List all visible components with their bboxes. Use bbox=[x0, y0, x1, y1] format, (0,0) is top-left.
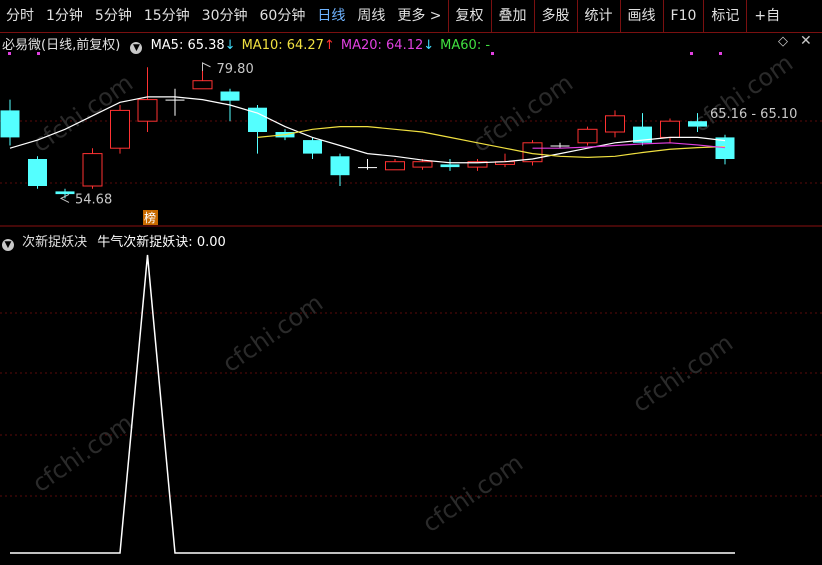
candle-body bbox=[192, 80, 213, 90]
candle-body bbox=[303, 140, 322, 154]
collapse-icon[interactable]: ▼ bbox=[130, 42, 143, 54]
main-legend: 必易微(日线,前复权) ▼ MA5: 65.38↓ MA10: 64.27↑ MA2… bbox=[2, 34, 496, 54]
candle-body bbox=[385, 161, 405, 171]
candle-body bbox=[55, 191, 75, 195]
rank-badge-text: 榜 bbox=[144, 210, 156, 225]
candle-body bbox=[165, 99, 185, 101]
candle-body bbox=[28, 159, 47, 186]
period-tab[interactable]: 周线 bbox=[351, 0, 391, 32]
high-arrow bbox=[202, 62, 211, 71]
indicator-series-label: 牛气次新捉妖诀: bbox=[97, 235, 193, 250]
candle-body bbox=[358, 167, 377, 169]
candle-body bbox=[82, 153, 103, 187]
toolbar-action-button[interactable]: 复权 bbox=[449, 0, 491, 32]
toolbar-action-button[interactable]: 标记 bbox=[704, 0, 746, 32]
candle-body bbox=[110, 109, 130, 149]
candle-body bbox=[440, 164, 460, 168]
period-tabs: 分时 1分钟 5分钟 15分钟 30分钟 60分钟 日线 周线 更多 > bbox=[0, 0, 448, 32]
period-tab[interactable]: 15分钟 bbox=[138, 0, 196, 32]
indicator-value: 0.00 bbox=[196, 235, 226, 250]
indicator-legend: ▼ 次新捉妖决 牛气次新捉妖诀: 0.00 bbox=[2, 231, 226, 251]
ma-legend-item: MA10: 64.27↑ bbox=[241, 38, 335, 53]
period-tab[interactable]: 30分钟 bbox=[196, 0, 254, 32]
toolbar-action-button[interactable]: 叠加 bbox=[492, 0, 534, 32]
period-tab[interactable]: 日线 bbox=[311, 0, 351, 32]
candle-body bbox=[412, 161, 433, 168]
candle-body bbox=[330, 156, 350, 176]
candle-body bbox=[577, 128, 598, 144]
price-range-label: 65.16 - 65.10 bbox=[710, 107, 797, 122]
candle-body bbox=[550, 145, 570, 147]
indicator-title: 次新捉妖决 bbox=[22, 235, 88, 250]
toolbar-action-button[interactable]: F10 bbox=[664, 0, 704, 32]
period-tab[interactable]: 1分钟 bbox=[40, 0, 89, 32]
watermark-text: cfchi.com bbox=[417, 449, 528, 538]
kline-chart[interactable]: cfchi.comcfchi.comcfchi.comcfchi.comcfch… bbox=[0, 33, 822, 561]
period-tab[interactable]: 60分钟 bbox=[254, 0, 312, 32]
toolbar-action-button[interactable]: 画线 bbox=[621, 0, 663, 32]
candle-body bbox=[220, 91, 240, 101]
candle-body bbox=[137, 99, 158, 122]
toolbar-action-button[interactable]: +自 bbox=[747, 0, 787, 32]
action-buttons: 复权 叠加 多股 统计 画线 F10 标记 +自 bbox=[449, 0, 788, 32]
signal-dot bbox=[719, 52, 722, 55]
toolbar: 分时 1分钟 5分钟 15分钟 30分钟 60分钟 日线 周线 更多 > 复权 叠加 多股 统计 画线 F… bbox=[0, 0, 822, 33]
toolbar-action-button[interactable]: 多股 bbox=[535, 0, 577, 32]
close-icon[interactable]: ✕ bbox=[800, 33, 812, 49]
ma-legend-item: MA60: - bbox=[440, 38, 491, 53]
ma-legend: MA5: 65.38↓ MA10: 64.27↑ MA20: 64.12↓ MA60:… bbox=[151, 38, 496, 53]
low-price-label: 54.68 bbox=[75, 192, 112, 207]
candle-body bbox=[605, 115, 625, 133]
candle-body bbox=[0, 110, 20, 138]
watermark-text: cfchi.com bbox=[27, 409, 138, 498]
chart-area: cfchi.com cfchi.com cfchi.com cfchi.com cfch… bbox=[0, 33, 822, 561]
signal-dot bbox=[690, 52, 693, 55]
candle-body bbox=[660, 120, 680, 138]
toolbar-action-button[interactable]: 统计 bbox=[578, 0, 620, 32]
collapse-icon[interactable]: ▼ bbox=[2, 239, 14, 251]
watermark-text: cfchi.com bbox=[217, 289, 328, 378]
ma-legend-item: MA20: 64.12↓ bbox=[340, 38, 435, 53]
period-tab[interactable]: 5分钟 bbox=[89, 0, 138, 32]
diamond-icon[interactable]: ◇ bbox=[778, 34, 788, 49]
ma-legend-item: MA5: 65.38↓ bbox=[150, 38, 236, 53]
period-tab[interactable]: 分时 bbox=[0, 0, 40, 32]
indicator-line bbox=[10, 254, 735, 554]
stock-title: 必易微(日线,前复权) bbox=[2, 38, 121, 53]
high-price-label: 79.80 bbox=[217, 62, 254, 77]
candle-body bbox=[688, 121, 707, 127]
period-tab[interactable]: 更多 > bbox=[391, 0, 447, 32]
